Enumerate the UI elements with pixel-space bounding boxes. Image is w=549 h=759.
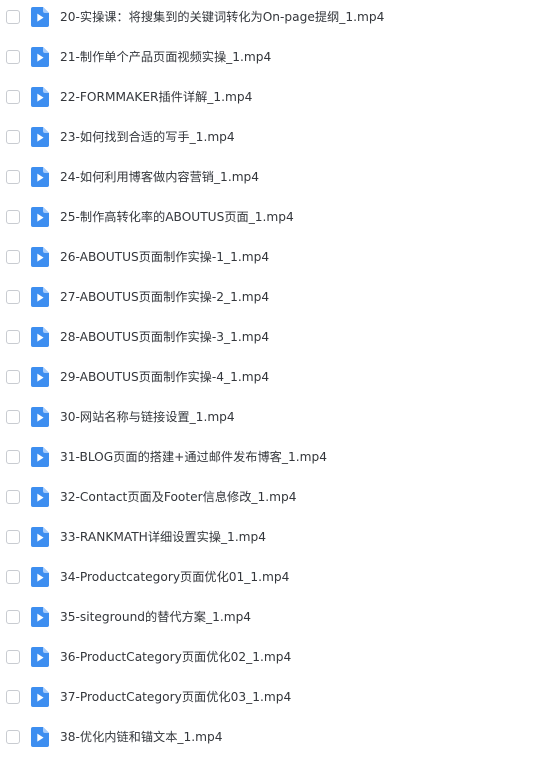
file-row[interactable]: 29-ABOUTUS页面制作实操-4_1.mp4 (0, 357, 549, 397)
video-file-icon (31, 447, 49, 467)
select-checkbox[interactable] (6, 210, 20, 224)
file-row[interactable]: 32-Contact页面及Footer信息修改_1.mp4 (0, 477, 549, 517)
file-row[interactable]: 30-网站名称与链接设置_1.mp4 (0, 397, 549, 437)
video-file-icon (31, 647, 49, 667)
file-row[interactable]: 28-ABOUTUS页面制作实操-3_1.mp4 (0, 317, 549, 357)
select-checkbox[interactable] (6, 490, 20, 504)
video-file-icon (31, 287, 49, 307)
file-row[interactable]: 34-Productcategory页面优化01_1.mp4 (0, 557, 549, 597)
select-checkbox[interactable] (6, 530, 20, 544)
file-list: 20-实操课：将搜集到的关键词转化为On-page提纲_1.mp4 21-制作单个… (0, 0, 549, 759)
video-file-icon (31, 327, 49, 347)
select-checkbox[interactable] (6, 610, 20, 624)
file-name: 22-FORMMAKER插件详解_1.mp4 (60, 90, 253, 104)
video-file-icon (31, 7, 49, 27)
file-row[interactable]: 25-制作高转化率的ABOUTUS页面_1.mp4 (0, 197, 549, 237)
file-row[interactable]: 36-ProductCategory页面优化02_1.mp4 (0, 637, 549, 677)
file-row[interactable]: 26-ABOUTUS页面制作实操-1_1.mp4 (0, 237, 549, 277)
video-file-icon (31, 367, 49, 387)
video-file-icon (31, 407, 49, 427)
select-checkbox[interactable] (6, 690, 20, 704)
file-name: 31-BLOG页面的搭建+通过邮件发布博客_1.mp4 (60, 450, 327, 464)
select-checkbox[interactable] (6, 290, 20, 304)
select-checkbox[interactable] (6, 730, 20, 744)
file-name: 28-ABOUTUS页面制作实操-3_1.mp4 (60, 330, 270, 344)
file-name: 27-ABOUTUS页面制作实操-2_1.mp4 (60, 290, 270, 304)
video-file-icon (31, 727, 49, 747)
file-row[interactable]: 20-实操课：将搜集到的关键词转化为On-page提纲_1.mp4 (0, 0, 549, 37)
video-file-icon (31, 47, 49, 67)
video-file-icon (31, 127, 49, 147)
video-file-icon (31, 87, 49, 107)
file-row[interactable]: 33-RANKMATH详细设置实操_1.mp4 (0, 517, 549, 557)
video-file-icon (31, 207, 49, 227)
select-checkbox[interactable] (6, 90, 20, 104)
select-checkbox[interactable] (6, 370, 20, 384)
file-name: 23-如何找到合适的写手_1.mp4 (60, 130, 235, 144)
file-name: 38-优化内链和锚文本_1.mp4 (60, 730, 223, 744)
select-checkbox[interactable] (6, 50, 20, 64)
file-name: 21-制作单个产品页面视频实操_1.mp4 (60, 50, 272, 64)
video-file-icon (31, 607, 49, 627)
file-row[interactable]: 23-如何找到合适的写手_1.mp4 (0, 117, 549, 157)
video-file-icon (31, 687, 49, 707)
select-checkbox[interactable] (6, 250, 20, 264)
file-name: 32-Contact页面及Footer信息修改_1.mp4 (60, 490, 297, 504)
file-name: 37-ProductCategory页面优化03_1.mp4 (60, 690, 292, 704)
select-checkbox[interactable] (6, 410, 20, 424)
file-name: 25-制作高转化率的ABOUTUS页面_1.mp4 (60, 210, 294, 224)
file-name: 34-Productcategory页面优化01_1.mp4 (60, 570, 290, 584)
file-row[interactable]: 24-如何利用博客做内容营销_1.mp4 (0, 157, 549, 197)
video-file-icon (31, 527, 49, 547)
file-row[interactable]: 31-BLOG页面的搭建+通过邮件发布博客_1.mp4 (0, 437, 549, 477)
file-row[interactable]: 27-ABOUTUS页面制作实操-2_1.mp4 (0, 277, 549, 317)
file-row[interactable]: 22-FORMMAKER插件详解_1.mp4 (0, 77, 549, 117)
select-checkbox[interactable] (6, 10, 20, 24)
file-row[interactable]: 38-优化内链和锚文本_1.mp4 (0, 717, 549, 757)
file-name: 30-网站名称与链接设置_1.mp4 (60, 410, 235, 424)
file-name: 35-siteground的替代方案_1.mp4 (60, 610, 252, 624)
select-checkbox[interactable] (6, 170, 20, 184)
select-checkbox[interactable] (6, 130, 20, 144)
select-checkbox[interactable] (6, 450, 20, 464)
file-name: 20-实操课：将搜集到的关键词转化为On-page提纲_1.mp4 (60, 10, 385, 24)
select-checkbox[interactable] (6, 650, 20, 664)
file-row[interactable]: 21-制作单个产品页面视频实操_1.mp4 (0, 37, 549, 77)
select-checkbox[interactable] (6, 570, 20, 584)
file-name: 26-ABOUTUS页面制作实操-1_1.mp4 (60, 250, 270, 264)
video-file-icon (31, 567, 49, 587)
video-file-icon (31, 487, 49, 507)
file-name: 36-ProductCategory页面优化02_1.mp4 (60, 650, 292, 664)
file-row[interactable]: 35-siteground的替代方案_1.mp4 (0, 597, 549, 637)
video-file-icon (31, 247, 49, 267)
select-checkbox[interactable] (6, 330, 20, 344)
file-name: 24-如何利用博客做内容营销_1.mp4 (60, 170, 260, 184)
file-name: 33-RANKMATH详细设置实操_1.mp4 (60, 530, 267, 544)
video-file-icon (31, 167, 49, 187)
file-row[interactable]: 37-ProductCategory页面优化03_1.mp4 (0, 677, 549, 717)
file-name: 29-ABOUTUS页面制作实操-4_1.mp4 (60, 370, 270, 384)
